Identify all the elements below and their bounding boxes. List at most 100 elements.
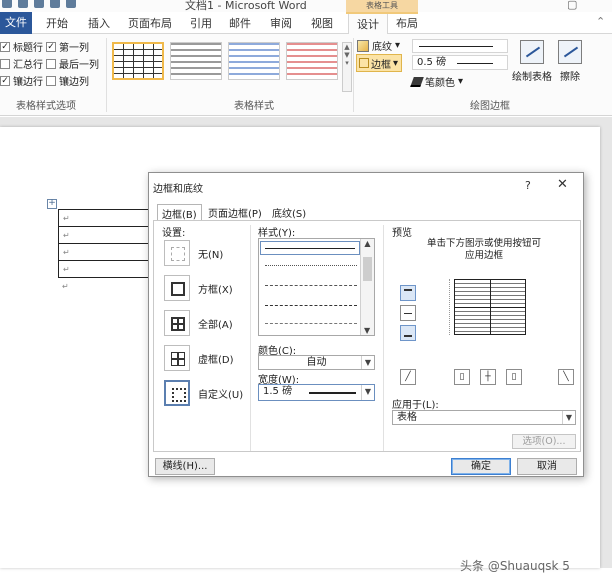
tab-home[interactable]: 开始 (46, 15, 68, 31)
undo-icon[interactable] (2, 0, 12, 8)
ok-button[interactable]: 确定 (451, 458, 511, 475)
left-border-button[interactable]: ▯ (454, 369, 470, 385)
tab-mailings[interactable]: 邮件 (229, 15, 251, 31)
checkbox-icon[interactable] (46, 75, 56, 86)
tab-view[interactable]: 视图 (311, 15, 333, 31)
watermark-text: 头条 @Shuauqsk 5 (460, 559, 570, 573)
pen-weight-select[interactable]: 0.5 磅 (412, 55, 508, 70)
checkbox-icon[interactable]: ✓ (0, 41, 10, 52)
line-style-dotted[interactable] (265, 265, 357, 266)
color-select[interactable]: 自动 ▼ (258, 355, 375, 370)
option-first-column[interactable]: ✓ 第一列 (46, 39, 89, 54)
table-style-plain[interactable] (170, 42, 222, 80)
border-icon (359, 58, 369, 68)
table-style-blue[interactable] (228, 42, 280, 80)
line-style-select[interactable] (412, 39, 508, 53)
chevron-down-icon[interactable]: ▼ (361, 356, 374, 369)
setting-grid[interactable]: 虚框(D) (164, 345, 234, 371)
line-style-dashed-short[interactable] (265, 285, 357, 286)
checkbox-icon[interactable]: ✓ (0, 75, 10, 86)
checkbox-icon[interactable]: ✓ (46, 41, 56, 52)
eraser-button[interactable]: 擦除 (558, 40, 582, 83)
checkbox-icon[interactable] (46, 58, 56, 69)
tab-review[interactable]: 审阅 (270, 15, 292, 31)
table-cell[interactable]: ↵ (58, 226, 150, 244)
table-style-grid[interactable] (112, 42, 164, 80)
line-style-list[interactable]: ▲ ▼ (258, 238, 375, 336)
help-icon[interactable]: ? (525, 179, 531, 192)
context-tab-title: 表格工具 (346, 0, 418, 12)
table-style-red[interactable] (286, 42, 338, 80)
table-cell[interactable]: ↵ (58, 243, 150, 261)
shading-button[interactable]: 底纹 ▾ (357, 38, 400, 53)
collapse-ribbon-icon[interactable]: ⌃ (596, 15, 605, 28)
document-table[interactable]: ↵ ↵ ↵ ↵ (58, 209, 150, 278)
option-banded-columns[interactable]: 镶边列 (46, 73, 89, 88)
pen-color-button[interactable]: 笔颜色 ▾ (410, 74, 463, 89)
option-last-column[interactable]: 最后一列 (46, 56, 99, 71)
top-border-button[interactable] (400, 285, 416, 301)
draw-table-icon (520, 40, 544, 64)
quick-access-toolbar (2, 0, 76, 8)
restore-icon[interactable]: ▢ (567, 0, 577, 11)
draw-table-button[interactable]: 绘制表格 (512, 40, 552, 83)
setting-label: 设置: (162, 228, 186, 239)
ribbon-body: ✓ 标题行 ✓ 第一列 汇总行 最后一列 ✓ 镶边行 镶边列 表格样式选项 ▲ ▼ ▾ 表… (0, 34, 612, 116)
borders-shading-dialog: 边框和底纹 ? ✕ 边框(B) 页面边框(P) 底纹(S) 设置: 无(N) 方… (148, 172, 584, 477)
setting-box[interactable]: 方框(X) (164, 275, 233, 301)
table-move-handle-icon[interactable]: + (47, 199, 57, 209)
tab-shading[interactable]: 底纹(S) (268, 204, 310, 220)
table-cell[interactable]: ↵ (58, 260, 150, 278)
close-icon[interactable]: ✕ (557, 177, 568, 192)
cancel-button[interactable]: 取消 (517, 458, 577, 475)
inside-vertical-button[interactable]: ┼ (480, 369, 496, 385)
chevron-down-icon[interactable]: ▼ (361, 385, 374, 400)
print-icon[interactable] (50, 0, 60, 8)
preview-diagram[interactable] (454, 279, 526, 335)
bottom-border-button[interactable] (400, 325, 416, 341)
options-button[interactable]: 选项(O)... (512, 434, 576, 449)
context-tab-accent (346, 12, 418, 14)
paragraph-mark: ↵ (62, 282, 69, 291)
redo-icon[interactable] (18, 0, 28, 8)
width-select[interactable]: 1.5 磅 ▼ (258, 384, 375, 401)
divider (250, 225, 251, 451)
preview-icon[interactable] (66, 0, 76, 8)
table-cell[interactable]: ↵ (58, 209, 150, 227)
tab-table-layout[interactable]: 布局 (396, 15, 418, 31)
line-style-solid[interactable] (260, 241, 360, 255)
setting-custom[interactable]: 自定义(U) (164, 380, 243, 406)
tab-borders[interactable]: 边框(B) (157, 204, 202, 221)
tab-insert[interactable]: 插入 (88, 15, 110, 31)
scroll-thumb[interactable] (363, 257, 372, 281)
group-separator (106, 38, 107, 112)
tab-design[interactable]: 设计 (348, 12, 388, 35)
horizontal-line-button[interactable]: 横线(H)... (155, 458, 215, 475)
style-list-scrollbar[interactable]: ▲ ▼ (360, 239, 374, 335)
diagonal-down-button[interactable]: ╱ (400, 369, 416, 385)
ribbon-tabs: 文件 开始 插入 页面布局 引用 邮件 审阅 视图 设计 布局 ⌃ (0, 12, 612, 35)
inside-horizontal-button[interactable] (400, 305, 416, 321)
option-banded-rows[interactable]: ✓ 镶边行 (0, 73, 43, 88)
pen-icon (410, 76, 424, 87)
checkbox-icon[interactable] (0, 58, 10, 69)
style-gallery-scroll[interactable]: ▲ ▼ ▾ (342, 42, 352, 92)
tab-references[interactable]: 引用 (190, 15, 212, 31)
setting-none[interactable]: 无(N) (164, 240, 223, 266)
tab-page-layout[interactable]: 页面布局 (128, 15, 172, 31)
right-border-button[interactable]: ▯ (506, 369, 522, 385)
option-total-row[interactable]: 汇总行 (0, 56, 43, 71)
scroll-down-icon[interactable]: ▼ (364, 326, 370, 335)
apply-to-select[interactable]: 表格 ▼ (392, 410, 576, 425)
diagonal-up-button[interactable]: ╲ (558, 369, 574, 385)
chevron-down-icon[interactable]: ▼ (562, 411, 575, 424)
option-header-row[interactable]: ✓ 标题行 (0, 39, 43, 54)
tab-page-border[interactable]: 页面边框(P) (204, 204, 266, 220)
line-style-dashed[interactable] (265, 305, 357, 306)
line-style-dash-dot[interactable] (265, 323, 357, 324)
save-icon[interactable] (34, 0, 44, 8)
scroll-up-icon[interactable]: ▲ (361, 239, 374, 248)
setting-all[interactable]: 全部(A) (164, 310, 233, 336)
borders-button[interactable]: 边框 ▾ (356, 54, 402, 72)
tab-file[interactable]: 文件 (0, 12, 32, 34)
